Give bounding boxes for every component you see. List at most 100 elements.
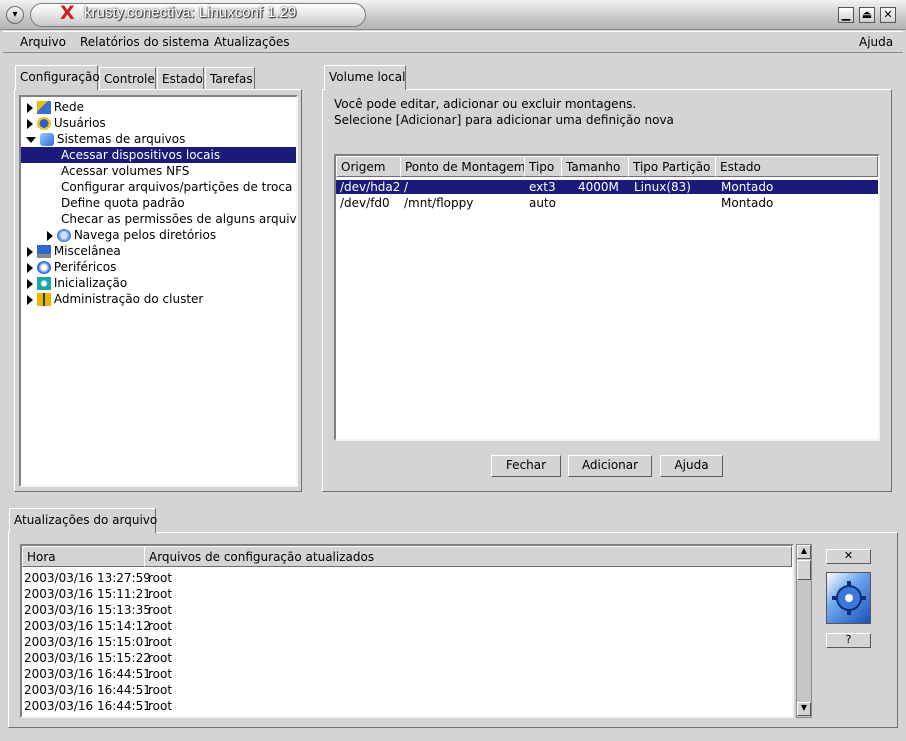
close-updates-button[interactable]: ✕ [826,549,871,564]
list-item[interactable]: 2003/03/16 15:13:35 root [24,602,172,618]
scrollbar[interactable]: ▲ ▼ [796,544,812,718]
maximize-icon[interactable]: ⏏ [859,7,875,23]
col-arquivos[interactable]: Arquivos de configuração atualizados [144,546,792,567]
expander-icon[interactable] [27,262,33,273]
col-tipo-particao[interactable]: Tipo Partição [628,156,716,177]
table-row-selected[interactable]: /dev/hda2 / ext3 4000M Linux(83) Montado [336,180,878,194]
log-time: 2003/03/16 15:15:22 [24,651,151,665]
menu-relatorios[interactable]: Relatórios do sistema [80,35,209,49]
cell-origem: /dev/fd0 [340,196,390,210]
expander-icon[interactable] [27,294,33,305]
tree-item-navega-diretorios[interactable]: Navega pelos diretórios [47,227,216,243]
expander-icon[interactable] [27,278,33,289]
updates-list[interactable]: Hora Arquivos de configuração atualizado… [20,544,794,718]
tab-estado[interactable]: Estado [157,67,204,90]
tree-item-configurar-troca[interactable]: Configurar arquivos/partições de troca (… [61,179,296,195]
col-hora[interactable]: Hora [22,546,145,567]
cell-estado: Montado [721,180,774,194]
col-ponto-montagem[interactable]: Ponto de Montagem [400,156,525,177]
adicionar-button[interactable]: Adicionar [568,455,652,477]
log-files: root [148,651,173,665]
tree-item-acessar-volumes-nfs[interactable]: Acessar volumes NFS [61,163,189,179]
minimize-icon[interactable]: ▁ [838,7,854,23]
tree-item-define-quota[interactable]: Define quota padrão [61,195,185,211]
log-time: 2003/03/16 15:11:21 [24,587,151,601]
directory-icon [56,229,71,242]
log-files: root [148,587,173,601]
tab-controle[interactable]: Controle [99,67,156,90]
tab-atualizacoes-arquivo[interactable]: Atualizações do arquivo [9,508,157,533]
list-item[interactable]: 2003/03/16 15:15:01 root [24,634,172,650]
config-tree[interactable]: Rede Usuários Sistemas de arquivos Acess… [19,95,298,487]
cell-particao: Linux(83) [634,180,691,194]
expander-icon[interactable] [26,136,36,143]
users-icon [36,117,51,130]
tree-item-inicializacao[interactable]: Inicialização [27,275,127,291]
log-files: root [148,683,173,697]
log-time: 2003/03/16 15:14:12 [24,619,151,633]
scroll-down-icon[interactable]: ▼ [797,702,811,716]
menu-ajuda[interactable]: Ajuda [859,35,893,49]
cell-ponto: / [404,180,409,194]
cluster-icon [36,293,51,306]
expander-icon[interactable] [47,230,53,241]
table-row[interactable]: /dev/fd0 /mnt/floppy auto Montado [336,196,878,210]
misc-icon [36,245,51,258]
log-time: 2003/03/16 15:13:35 [24,603,151,617]
expander-icon[interactable] [27,118,33,129]
log-time: 2003/03/16 13:27:59 [24,571,151,585]
window-menu-icon[interactable]: ▾ [6,6,24,24]
tree-item-checar-permissoes[interactable]: Checar as permissões de alguns arquivos [61,211,296,227]
tree-item-administracao-cluster[interactable]: Administração do cluster [27,291,203,307]
col-tamanho[interactable]: Tamanho [561,156,629,177]
col-origem[interactable]: Origem [336,156,401,177]
network-icon [36,101,51,114]
tab-tarefas[interactable]: Tarefas [205,67,255,90]
menu-atualizacoes[interactable]: Atualizações [214,35,290,49]
mount-table[interactable]: Origem Ponto de Montagem Tipo Tamanho Ti… [334,154,880,441]
fechar-button[interactable]: Fechar [491,455,561,477]
list-item[interactable]: 2003/03/16 15:15:22 root [24,650,172,666]
tree-item-sistemas-de-arquivos[interactable]: Sistemas de arquivos [26,131,185,147]
log-files: root [148,619,173,633]
tree-item-perifericos[interactable]: Periféricos [27,259,116,275]
list-item[interactable]: 2003/03/16 16:44:51 root [24,682,172,698]
col-tipo[interactable]: Tipo [524,156,562,177]
scroll-up-icon[interactable]: ▲ [797,545,811,559]
menu-arquivo[interactable]: Arquivo [20,35,66,49]
tree-item-usuarios[interactable]: Usuários [27,115,106,131]
volume-intro-line1: Você pode editar, adicionar ou excluir m… [334,97,637,111]
expander-icon[interactable] [27,102,33,113]
log-files: root [148,667,173,681]
col-estado[interactable]: Estado [715,156,878,177]
log-time: 2003/03/16 16:44:51 [24,699,151,713]
close-icon[interactable]: ✕ [880,7,896,23]
boot-icon [36,277,51,290]
window-title: krusty.conectiva: Linuxconf 1.29 [84,4,297,21]
log-time: 2003/03/16 16:44:51 [24,667,151,681]
cell-ponto: /mnt/floppy [404,196,474,210]
list-item[interactable]: 2003/03/16 15:14:12 root [24,618,172,634]
gear-icon [826,572,871,624]
tab-configuracao[interactable]: Configuração [15,65,100,90]
tab-volume-local[interactable]: Volume local [324,65,406,90]
list-item[interactable]: 2003/03/16 15:11:21 root [24,586,172,602]
scroll-thumb[interactable] [797,560,811,580]
list-item[interactable]: 2003/03/16 16:44:51 root [24,698,172,714]
ajuda-button[interactable]: Ajuda [660,455,723,477]
tree-item-miscelanea[interactable]: Miscelânea [27,243,121,259]
log-files: root [148,699,173,713]
cell-tipo: auto [529,196,557,210]
tree-item-acessar-dispositivos-locais[interactable]: Acessar dispositivos locais [21,147,296,163]
list-item[interactable]: 2003/03/16 16:44:51 root [24,666,172,682]
list-item[interactable]: 2003/03/16 13:27:59 root [24,570,172,586]
help-updates-button[interactable]: ? [826,633,871,648]
filesystem-icon [39,133,54,146]
log-files: root [148,571,173,585]
expander-icon[interactable] [27,246,33,257]
tree-item-rede[interactable]: Rede [27,99,84,115]
x-logo-icon: X [60,2,75,24]
volume-intro-line2: Selecione [Adicionar] para adicionar uma… [334,113,674,127]
log-time: 2003/03/16 15:15:01 [24,635,151,649]
peripherals-icon [36,261,51,274]
